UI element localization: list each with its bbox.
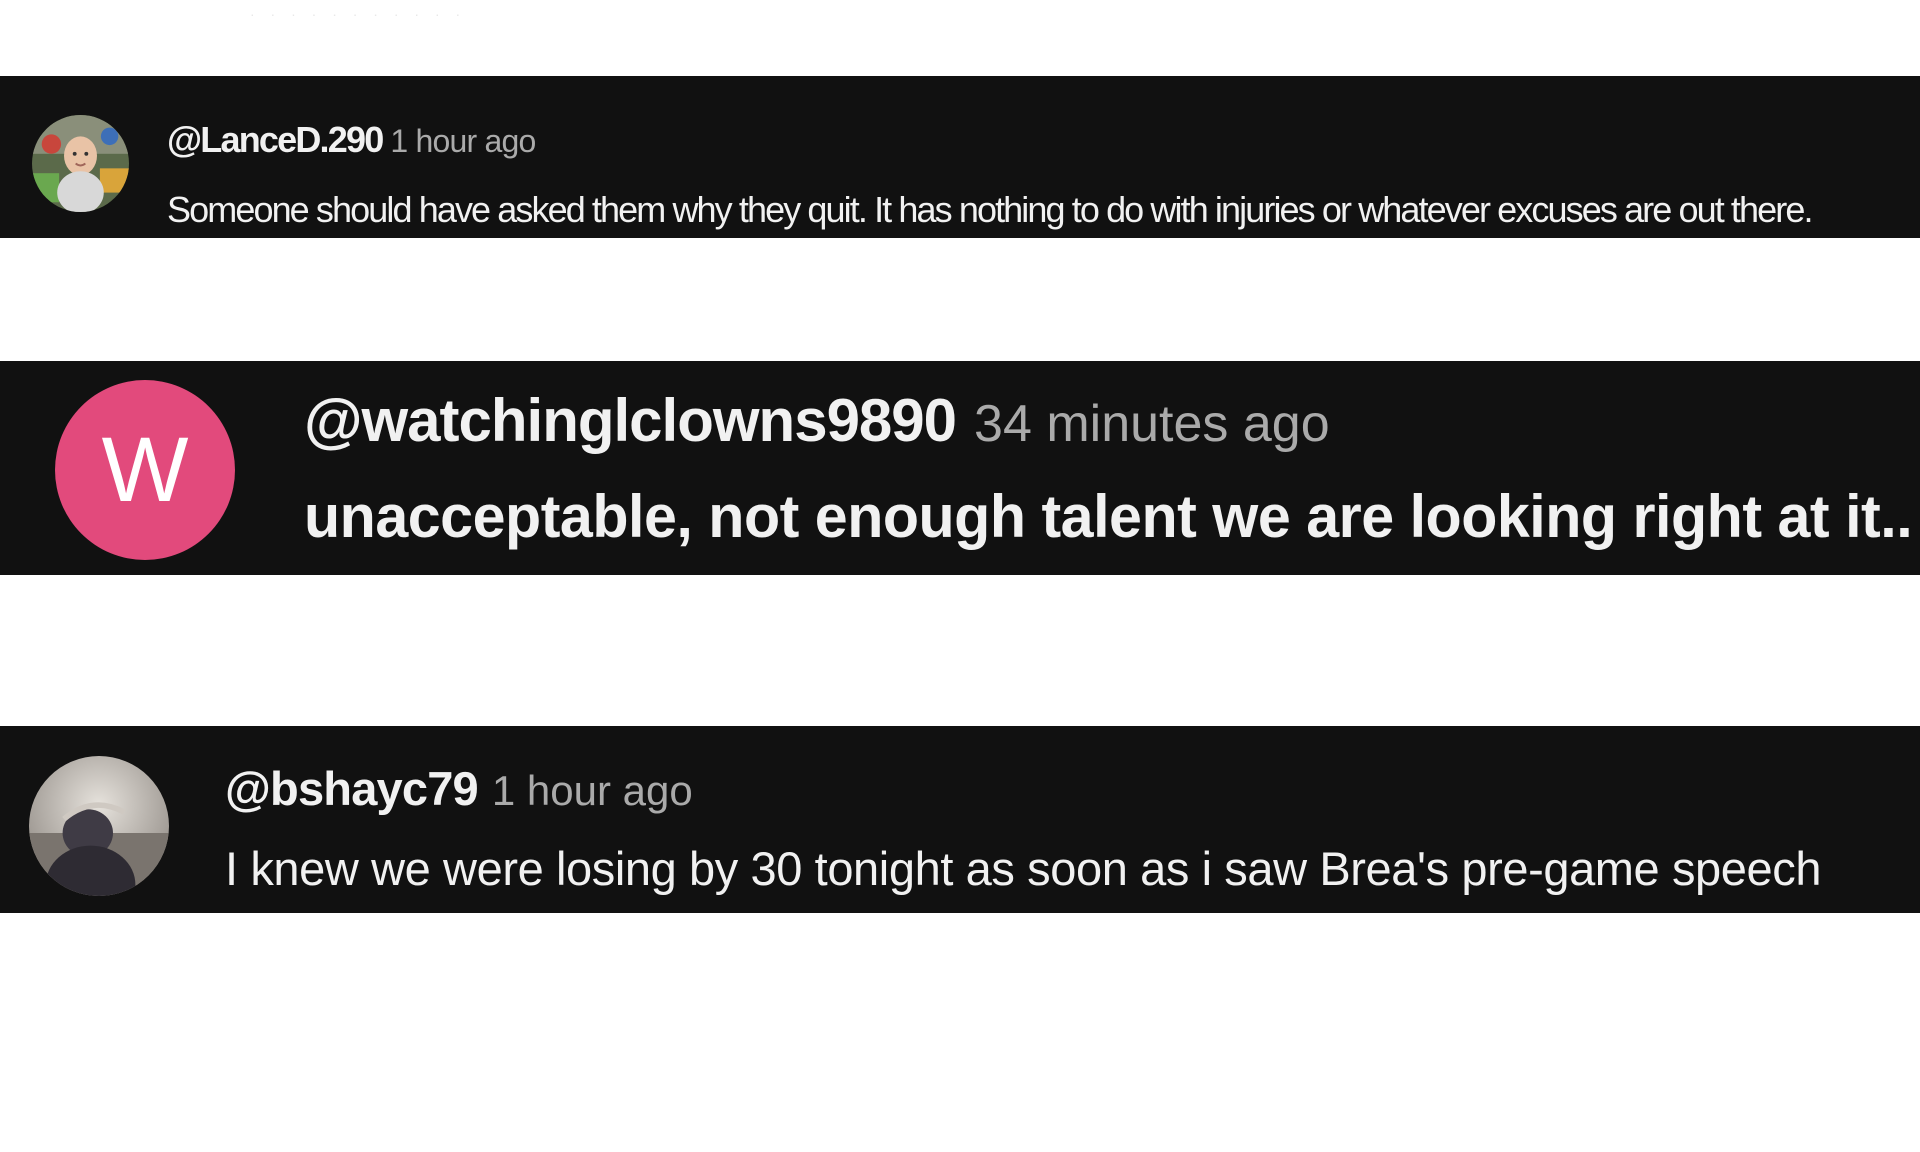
comment-header: @bshayc79 1 hour ago bbox=[225, 765, 693, 812]
comment-text: unacceptable, not enough talent we are l… bbox=[304, 483, 1913, 550]
avatar-person-photo-icon bbox=[29, 756, 169, 896]
avatar-baby-photo-icon bbox=[32, 115, 129, 212]
comment-timestamp[interactable]: 1 hour ago bbox=[492, 767, 693, 814]
comment-text: Someone should have asked them why they … bbox=[167, 189, 1813, 230]
comment-author-link[interactable]: @LanceD.290 bbox=[167, 119, 384, 160]
comment-timestamp[interactable]: 34 minutes ago bbox=[974, 395, 1330, 453]
comment-author-link[interactable]: @watchinglclowns9890 bbox=[304, 387, 957, 454]
comment-card: @LanceD.290 1 hour ago Someone should hav… bbox=[0, 76, 1920, 238]
comment-header: @LanceD.290 1 hour ago bbox=[167, 119, 536, 160]
comment-timestamp[interactable]: 1 hour ago bbox=[390, 123, 536, 159]
avatar[interactable]: W bbox=[55, 380, 235, 560]
avatar[interactable] bbox=[32, 115, 129, 212]
faint-dots-decoration: · · · · · · · · · · · bbox=[250, 6, 467, 22]
comment-header: @watchinglclowns9890 34 minutes ago bbox=[304, 391, 1330, 451]
avatar[interactable] bbox=[29, 756, 169, 896]
comment-card: @bshayc79 1 hour ago I knew we were losin… bbox=[0, 726, 1920, 913]
avatar-letter: W bbox=[101, 418, 189, 521]
comment-text: I knew we were losing by 30 tonight as s… bbox=[225, 842, 1822, 895]
comment-card: W @watchinglclowns9890 34 minutes ago una… bbox=[0, 361, 1920, 575]
screenshot-canvas: · · · · · · · · · · · @LanceD.290 1 hour … bbox=[0, 0, 1920, 1152]
comment-author-link[interactable]: @bshayc79 bbox=[225, 762, 479, 815]
